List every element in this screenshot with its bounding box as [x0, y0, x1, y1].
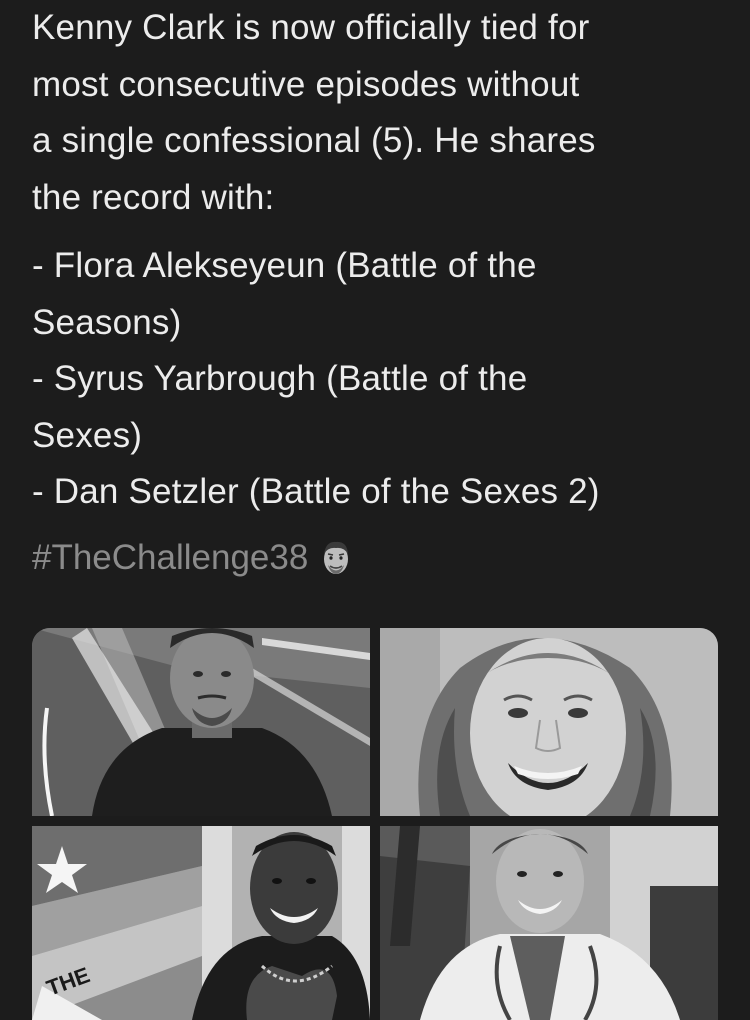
tweet-line: the record with: [32, 177, 275, 217]
kenny-clark-photo[interactable] [32, 628, 370, 816]
tweet-line: a single confessional (5). He shares [32, 121, 596, 160]
list-item: Sexes) [32, 415, 143, 455]
dan-photo[interactable] [380, 826, 718, 1020]
record-holders-list: - Flora Alekseyeun (Battle of the Season… [32, 238, 732, 521]
hashtag-row: #TheChallenge38 [32, 530, 352, 586]
list-item: - Flora Alekseyeun (Battle of the [32, 246, 537, 285]
tweet-text: Kenny Clark is now officially tied for m… [32, 0, 732, 521]
list-item: - Syrus Yarbrough (Battle of the [32, 359, 528, 398]
tweet-paragraph: Kenny Clark is now officially tied for m… [32, 0, 732, 226]
man-face-emoji-icon [320, 538, 352, 578]
hashtag-link[interactable]: #TheChallenge38 [32, 530, 308, 586]
tweet-line: most consecutive episodes without [32, 64, 580, 104]
media-grid: THE [32, 628, 718, 1020]
syrus-photo[interactable]: THE [32, 826, 370, 1020]
tweet-line: Kenny Clark is now officially tied for [32, 8, 590, 47]
list-item: Seasons) [32, 302, 182, 342]
flora-photo[interactable] [380, 628, 718, 816]
list-item: - Dan Setzler (Battle of the Sexes 2) [32, 472, 600, 511]
